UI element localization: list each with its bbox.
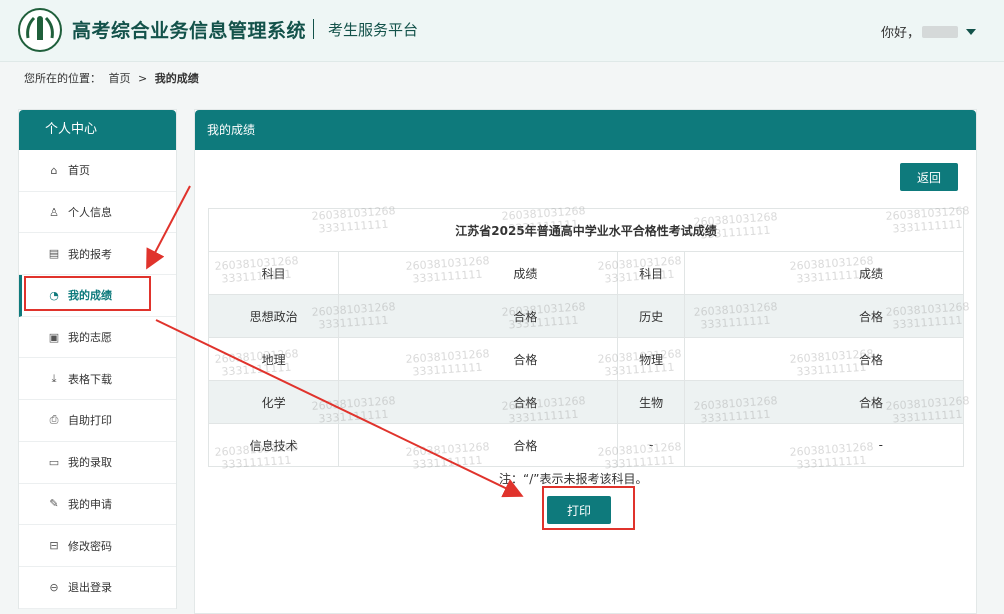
result-cell: 合格 <box>338 380 619 424</box>
result-cell: 合格 <box>683 380 965 424</box>
header-cell: 科目 <box>207 251 340 295</box>
title-divider <box>313 19 314 39</box>
result-cell: 合格 <box>683 294 965 338</box>
breadcrumb-prefix: 您所在的位置： <box>24 72 101 85</box>
sidebar-item-label: 首页 <box>68 164 90 178</box>
sidebar-item-label: 退出登录 <box>68 581 112 595</box>
edit-icon: ✎ <box>49 497 59 511</box>
user-icon: ♙ <box>49 205 59 219</box>
lock-icon: ⊟ <box>49 539 59 553</box>
table-row: 化学 合格 生物 合格 <box>207 380 965 424</box>
username-redacted <box>922 25 958 38</box>
download-icon: ⤓ <box>51 371 57 385</box>
print-button[interactable]: 打印 <box>547 496 611 524</box>
sidebar-item[interactable]: ▭ 我的录取 <box>19 442 176 484</box>
header-cell: 科目 <box>617 251 685 295</box>
sidebar-item[interactable]: ▤ 我的报考 <box>19 233 176 276</box>
table-row: 信息技术 合格 - - <box>207 423 965 467</box>
sidebar-item[interactable]: ⊖ 退出登录 <box>19 567 176 609</box>
header-cell: 成绩 <box>338 251 619 295</box>
subject-cell: 生物 <box>617 380 685 424</box>
breadcrumb-home-link[interactable]: 首页 <box>109 72 131 85</box>
calendar-check-icon: ▭ <box>48 455 60 469</box>
result-cell: 合格 <box>338 337 619 381</box>
chevron-down-icon[interactable] <box>966 28 976 35</box>
score-table: 江苏省2025年普通高中学业水平合格性考试成绩 科目 成绩 科目 成绩 思想政治… <box>207 208 965 467</box>
sidebar-item-label: 我的录取 <box>68 456 112 470</box>
breadcrumb: 您所在的位置： 首页 > 我的成绩 <box>24 70 203 86</box>
sidebar-item[interactable]: ⊟ 修改密码 <box>19 525 176 567</box>
result-cell: 合格 <box>338 294 619 338</box>
sidebar-item[interactable]: ⤓ 表格下载 <box>19 358 176 401</box>
calendar-icon: ▤ <box>48 247 60 261</box>
sidebar-item-label: 个人信息 <box>68 206 112 220</box>
subject-cell: 地理 <box>207 337 340 381</box>
sidebar-item[interactable]: ◔ 我的成绩 <box>19 275 176 317</box>
subject-cell: 化学 <box>207 380 340 424</box>
sidebar-item-label: 我的报考 <box>68 247 112 261</box>
printer-icon: ⎙ <box>49 413 59 427</box>
breadcrumb-current: 我的成绩 <box>154 72 199 85</box>
result-cell: 合格 <box>683 337 965 381</box>
score-panel: 我的成绩 返回 江苏省2025年普通高中学业水平合格性考试成绩 科目 成绩 科目… <box>194 109 977 614</box>
platform-subtitle: 考生服务平台 <box>328 21 419 39</box>
sidebar-item-label: 我的志愿 <box>68 331 112 345</box>
top-header: 高考综合业务信息管理系统 考生服务平台 你好， <box>0 0 1004 62</box>
sidebar-title: 个人中心 <box>19 110 176 150</box>
system-title: 高考综合业务信息管理系统 <box>72 20 307 42</box>
result-cell: 合格 <box>338 423 619 467</box>
sidebar-item[interactable]: ⎙ 自助打印 <box>19 400 176 442</box>
table-row: 地理 合格 物理 合格 <box>207 337 965 381</box>
subject-cell: 历史 <box>617 294 685 338</box>
sidebar-item[interactable]: ▣ 我的志愿 <box>19 317 176 359</box>
subject-cell: 思想政治 <box>207 294 340 338</box>
header-cell: 成绩 <box>683 251 965 295</box>
panel-title: 我的成绩 <box>195 110 976 150</box>
sidebar-item-label: 我的成绩 <box>68 289 112 303</box>
result-cell: - <box>683 423 965 467</box>
sidebar-item-label: 修改密码 <box>68 539 112 553</box>
user-menu[interactable]: 你好， <box>881 22 976 41</box>
document-icon: ▣ <box>48 330 60 344</box>
sidebar-item-label: 我的申请 <box>68 497 112 511</box>
logo-emblem <box>18 8 62 52</box>
greeting-text: 你好， <box>880 26 920 41</box>
sidebar-menu: ⌂ 首页 ♙ 个人信息 ▤ 我的报考 ◔ 我的成绩 ▣ 我的志愿 ⤓ 表格下载 ⎙ 自助打印 ▭ 我的录取 ✎ 我… <box>19 150 176 609</box>
sidebar-item[interactable]: ♙ 个人信息 <box>19 192 176 234</box>
home-icon: ⌂ <box>50 163 58 177</box>
subject-cell: 信息技术 <box>207 423 340 467</box>
sidebar-item[interactable]: ⌂ 首页 <box>19 150 176 192</box>
table-note: 注：“/”表示未报考该科目。 <box>499 472 648 486</box>
logout-icon: ⊖ <box>49 580 59 594</box>
sidebar: 个人中心 ⌂ 首页 ♙ 个人信息 ▤ 我的报考 ◔ 我的成绩 ▣ 我的志愿 ⤓ 表格下载 ⎙ 自助打印 ▭ 我… <box>18 109 177 609</box>
sidebar-item-label: 表格下载 <box>68 372 112 386</box>
table-row: 思想政治 合格 历史 合格 <box>207 294 965 338</box>
subject-cell: - <box>617 423 685 467</box>
back-button[interactable]: 返回 <box>900 163 958 191</box>
breadcrumb-separator: > <box>138 72 148 85</box>
table-caption: 江苏省2025年普通高中学业水平合格性考试成绩 <box>208 208 964 252</box>
chart-icon: ◔ <box>49 288 59 302</box>
subject-cell: 物理 <box>617 337 685 381</box>
sidebar-item-label: 自助打印 <box>68 414 112 428</box>
table-header-row: 科目 成绩 科目 成绩 <box>207 251 965 295</box>
sidebar-item[interactable]: ✎ 我的申请 <box>19 484 176 526</box>
